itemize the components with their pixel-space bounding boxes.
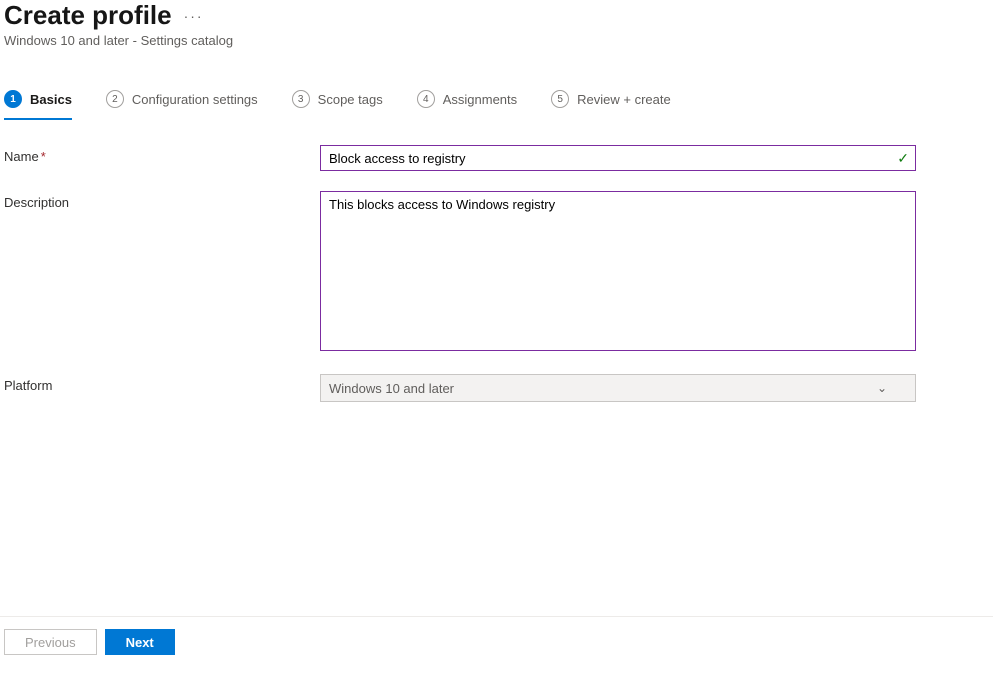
description-label: Description xyxy=(4,191,320,210)
tab-label: Scope tags xyxy=(318,92,383,107)
wizard-tabs: 1 Basics 2 Configuration settings 3 Scop… xyxy=(0,84,993,121)
previous-button: Previous xyxy=(4,629,97,655)
tab-configuration-settings[interactable]: 2 Configuration settings xyxy=(106,84,258,120)
tab-scope-tags[interactable]: 3 Scope tags xyxy=(292,84,383,120)
description-input[interactable] xyxy=(320,191,916,351)
tab-review-create[interactable]: 5 Review + create xyxy=(551,84,671,120)
step-number-icon: 1 xyxy=(4,90,22,108)
platform-select: Windows 10 and later ⌄ xyxy=(320,374,916,402)
tab-label: Configuration settings xyxy=(132,92,258,107)
tab-label: Basics xyxy=(30,92,72,107)
required-indicator: * xyxy=(41,149,46,164)
step-number-icon: 4 xyxy=(417,90,435,108)
step-number-icon: 3 xyxy=(292,90,310,108)
name-input[interactable] xyxy=(320,145,916,171)
tab-assignments[interactable]: 4 Assignments xyxy=(417,84,517,120)
tab-basics[interactable]: 1 Basics xyxy=(4,84,72,120)
platform-value: Windows 10 and later xyxy=(329,381,454,396)
more-actions-icon[interactable]: ··· xyxy=(184,8,204,24)
step-number-icon: 2 xyxy=(106,90,124,108)
page-title: Create profile xyxy=(4,0,172,31)
platform-label: Platform xyxy=(4,374,320,393)
next-button[interactable]: Next xyxy=(105,629,175,655)
step-number-icon: 5 xyxy=(551,90,569,108)
subtitle: Windows 10 and later - Settings catalog xyxy=(4,33,989,48)
chevron-down-icon: ⌄ xyxy=(877,381,887,395)
tab-label: Assignments xyxy=(443,92,517,107)
tab-label: Review + create xyxy=(577,92,671,107)
name-label: Name* xyxy=(4,145,320,164)
check-icon: ✓ xyxy=(897,150,909,167)
